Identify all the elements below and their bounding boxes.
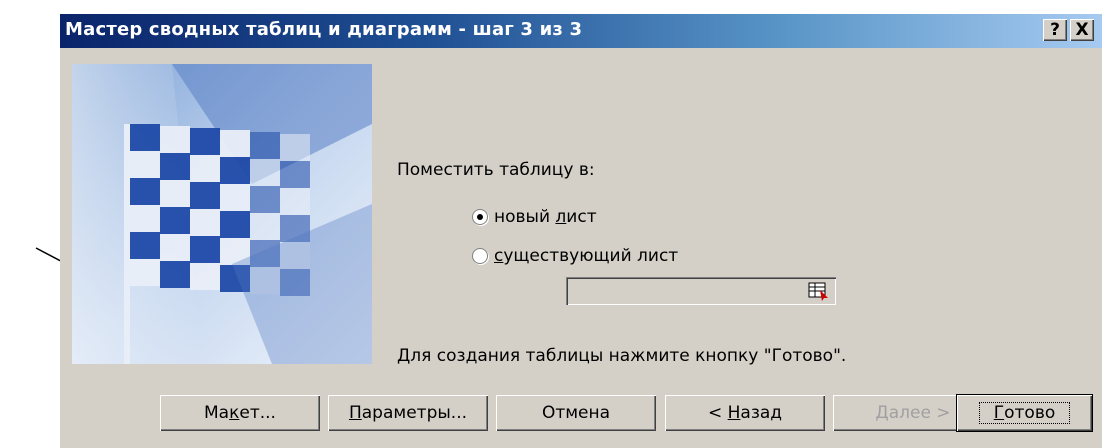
window-title: Мастер сводных таблиц и диаграмм - шаг 3… <box>65 19 583 40</box>
pivot-wizard-dialog: Мастер сводных таблиц и диаграмм - шаг 3… <box>60 14 1102 448</box>
finish-button-mnemonic: Г <box>993 403 1005 423</box>
back-button[interactable]: < Назад <box>665 395 825 431</box>
checkered-flag-image <box>72 64 372 364</box>
layout-button[interactable]: Макет... <box>160 395 320 431</box>
radio-existing-sheet[interactable] <box>473 249 487 263</box>
finish-hint: Для создания таблицы нажмите кнопку "Гот… <box>397 346 847 366</box>
radio-new-sheet[interactable] <box>473 210 487 224</box>
options-button[interactable]: Параметры... <box>328 395 488 431</box>
placement-label: Поместить таблицу в: <box>397 160 595 180</box>
close-button[interactable]: X <box>1070 19 1094 41</box>
back-button-arrow: < <box>707 403 728 423</box>
finish-button-label: отово <box>1004 403 1056 423</box>
layout-button-label-a: Ма <box>204 403 230 423</box>
range-input[interactable] <box>566 277 836 305</box>
option-existing-sheet-label: существующий лист <box>494 246 679 266</box>
finish-button[interactable]: Готово <box>957 395 1092 431</box>
options-button-label: араметры... <box>361 403 468 423</box>
cancel-button[interactable]: Отмена <box>496 395 656 431</box>
title-bar[interactable]: Мастер сводных таблиц и диаграмм - шаг 3… <box>60 14 1102 48</box>
range-select-icon[interactable] <box>806 280 830 302</box>
layout-button-mnemonic: к <box>229 403 240 423</box>
back-button-label: азад <box>740 403 783 423</box>
option-new-sheet-label: новый лист <box>494 207 597 227</box>
finish-focus-rect: Готово <box>978 402 1071 424</box>
options-button-mnemonic: П <box>348 403 362 423</box>
layout-button-label-b: ет... <box>239 403 276 423</box>
back-button-mnemonic: Н <box>727 403 741 423</box>
help-button[interactable]: ? <box>1043 19 1067 41</box>
